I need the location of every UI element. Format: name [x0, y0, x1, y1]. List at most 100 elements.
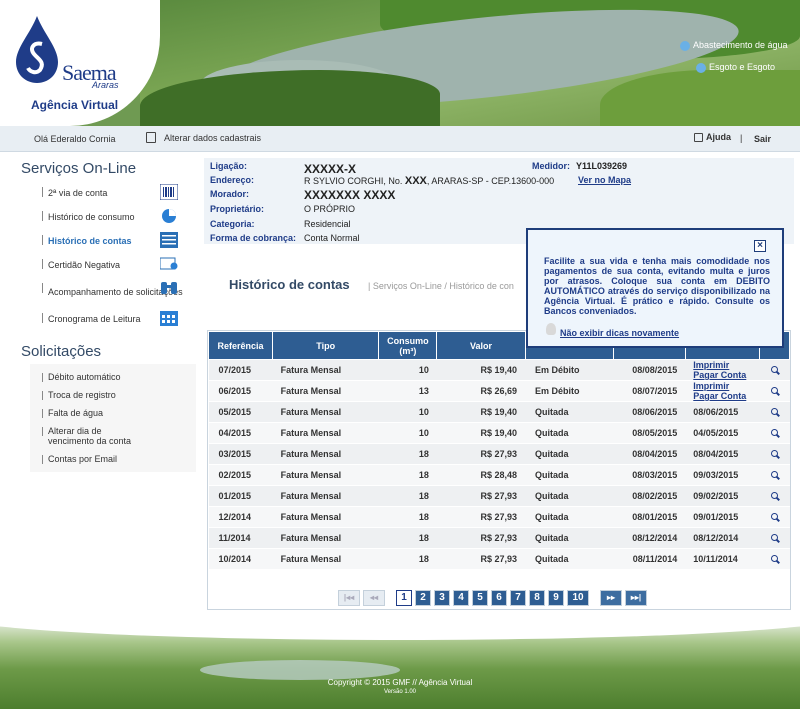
payment-date: 10/11/2014 — [693, 554, 738, 564]
cell-status: Quitada — [525, 464, 614, 486]
sidebar-item-change-due-date[interactable]: Alterar dia de vencimento da conta — [30, 422, 140, 450]
col-value: Valor — [436, 331, 526, 360]
first-page-button[interactable]: |◂◂ — [338, 590, 360, 606]
cell-type: Fatura Mensal — [272, 506, 379, 528]
page-button[interactable]: 5 — [472, 590, 488, 606]
print-bill-link[interactable]: Imprimir — [693, 360, 759, 370]
cell-consumption: 18 — [378, 464, 437, 486]
cell-actions: 09/03/2015 — [685, 464, 760, 486]
logout-link[interactable]: Sair — [754, 134, 771, 144]
address-label: Endereço: — [210, 175, 255, 185]
table-row: 02/2015 Fatura Mensal 18 R$ 28,48 Quitada 08/… — [208, 464, 790, 486]
page-button[interactable]: 7 — [510, 590, 526, 606]
edit-profile-link[interactable]: Alterar dados cadastrais — [146, 132, 261, 144]
water-drop-icon — [680, 40, 690, 51]
cell-status: Quitada — [525, 548, 614, 570]
magnifier-icon[interactable] — [770, 492, 778, 499]
magnifier-icon[interactable] — [770, 534, 778, 541]
user-bar: Olá Ederaldo Cornia Alterar dados cadast… — [0, 126, 800, 152]
sidebar-item-auto-debit[interactable]: Débito automático — [30, 368, 196, 386]
binoculars-icon — [161, 282, 177, 294]
page-title: Histórico de contas — [229, 277, 350, 292]
view-map-link[interactable]: Ver no Mapa — [578, 175, 631, 185]
cell-type: Fatura Mensal — [272, 527, 379, 549]
footer-banner — [0, 620, 800, 709]
separator: | — [740, 133, 743, 143]
sidebar-item-negative-certificate[interactable]: Certidão Negativa — [30, 253, 196, 277]
magnifier-icon[interactable] — [770, 366, 778, 373]
table-row: 06/2015 Fatura Mensal 13 R$ 26,69 Em Débito 0… — [208, 380, 790, 402]
pay-bill-link[interactable]: Pagar Conta — [693, 391, 759, 401]
help-link[interactable]: Ajuda — [694, 132, 731, 143]
pay-bill-link[interactable]: Pagar Conta — [693, 370, 759, 380]
header-link-water[interactable]: Abastecimento de água — [680, 40, 788, 51]
barcode-icon — [160, 184, 178, 200]
cell-details — [759, 527, 790, 549]
magnifier-icon[interactable] — [770, 387, 778, 394]
billing-method-value: Conta Normal — [304, 233, 360, 243]
cell-status: Quitada — [525, 401, 614, 423]
payment-date: 09/02/2015 — [693, 491, 739, 501]
owner-label: Proprietário: — [210, 204, 265, 214]
page-button[interactable]: 2 — [415, 590, 431, 606]
header-link-sewage[interactable]: Esgoto e Esgoto — [696, 62, 775, 73]
hide-tips-link[interactable]: Não exibir dicas novamente — [560, 328, 679, 338]
magnifier-icon[interactable] — [770, 408, 778, 415]
sidebar-item-email-bills[interactable]: Contas por Email — [30, 450, 196, 468]
last-page-button[interactable]: ▸▸| — [625, 590, 647, 606]
version: Versão 1.00 — [383, 689, 417, 695]
tip-message: Facilite a sua vida e tenha mais comodid… — [544, 256, 770, 316]
print-bill-link[interactable]: Imprimir — [693, 381, 759, 391]
page-button[interactable]: 1 — [396, 590, 412, 606]
close-icon[interactable]: × — [754, 240, 766, 252]
sidebar-item-bill-history[interactable]: Histórico de contas — [30, 229, 196, 253]
page-button[interactable]: 8 — [529, 590, 545, 606]
cell-reference: 10/2014 — [208, 548, 273, 570]
cell-due-date: 08/12/2014 — [613, 527, 686, 549]
cell-actions: 09/02/2015 — [685, 485, 760, 507]
cell-details — [759, 485, 790, 507]
cell-status: Em Débito — [525, 380, 614, 402]
cell-reference: 03/2015 — [208, 443, 273, 465]
magnifier-icon[interactable] — [770, 513, 778, 520]
magnifier-icon[interactable] — [770, 450, 778, 457]
tip-popup: × Facilite a sua vida e tenha mais comod… — [526, 228, 784, 348]
cell-details — [759, 359, 790, 381]
meter-value: Y11L039269 — [576, 161, 628, 171]
cell-type: Fatura Mensal — [272, 548, 379, 570]
page-button[interactable]: 6 — [491, 590, 507, 606]
page-button[interactable]: 4 — [453, 590, 469, 606]
sidebar-item-consumption-history[interactable]: Histórico de consumo — [30, 205, 196, 229]
cell-type: Fatura Mensal — [272, 422, 379, 444]
table-row: 03/2015 Fatura Mensal 18 R$ 27,93 Quitada 08/… — [208, 443, 790, 465]
magnifier-icon[interactable] — [770, 555, 778, 562]
prev-page-button[interactable]: ◂◂ — [363, 590, 385, 606]
sidebar-item-water-outage[interactable]: Falta de água — [30, 404, 196, 422]
cell-type: Fatura Mensal — [272, 359, 379, 381]
requests-list: Débito automático Troca de registro Falt… — [30, 364, 196, 472]
magnifier-icon[interactable] — [770, 429, 778, 436]
payment-date: 09/01/2015 — [693, 512, 739, 522]
logo-area: Saema Araras Agência Virtual — [0, 0, 160, 126]
table-row: 04/2015 Fatura Mensal 10 R$ 19,40 Quitada 08/… — [208, 422, 790, 444]
next-page-button[interactable]: ▸▸ — [600, 590, 622, 606]
payment-date: 04/05/2015 — [693, 428, 739, 438]
sidebar-item-reading-schedule[interactable]: Cronograma de Leitura — [30, 307, 196, 331]
page-button[interactable]: 9 — [548, 590, 564, 606]
magnifier-icon[interactable] — [770, 471, 778, 478]
agency-title: Agência Virtual — [31, 98, 119, 112]
payment-date: 08/04/2015 — [693, 449, 739, 459]
breadcrumb: | Serviços On-Line / Histórico de con — [368, 281, 514, 291]
page-button[interactable]: 10 — [567, 590, 589, 606]
cell-reference: 06/2015 — [208, 380, 273, 402]
sidebar-item-request-tracking[interactable]: Acompanhamento de solicitações — [30, 277, 196, 307]
address-value: R SYLVIO CORGHI, No. XXX, ARARAS-SP - CE… — [304, 175, 555, 187]
col-consumption: Consumo (m³) — [378, 331, 438, 360]
page-button[interactable]: 3 — [434, 590, 450, 606]
sidebar-item-register-swap[interactable]: Troca de registro — [30, 386, 196, 404]
services-title: Serviços On-Line — [21, 160, 137, 177]
sidebar-item-bill-copy[interactable]: 2ª via de conta — [30, 181, 196, 205]
cell-consumption: 18 — [378, 548, 437, 570]
cell-due-date: 08/06/2015 — [613, 401, 686, 423]
lightbulb-icon — [546, 323, 556, 335]
